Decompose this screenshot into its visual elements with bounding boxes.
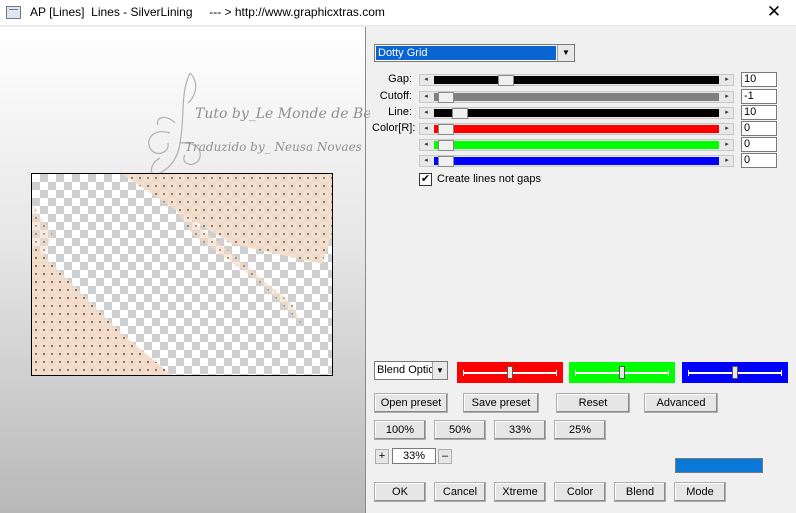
slider-thumb[interactable] bbox=[732, 366, 738, 379]
watermark-image: Tuto by_Le Monde de Bea Traduzido by_ Ne… bbox=[148, 72, 370, 179]
ok-button[interactable]: OK bbox=[374, 482, 426, 502]
arrow-left-icon[interactable]: ◂ bbox=[420, 156, 432, 166]
mode-button[interactable]: Mode bbox=[674, 482, 726, 502]
slider-track[interactable] bbox=[434, 124, 719, 135]
color-button[interactable]: Color bbox=[554, 482, 606, 502]
slider-thumb[interactable] bbox=[497, 75, 514, 86]
arrow-right-icon[interactable]: ▸ bbox=[721, 92, 733, 102]
slider-track[interactable] bbox=[434, 75, 719, 86]
arrow-left-icon[interactable]: ◂ bbox=[420, 75, 432, 85]
slider-tick bbox=[668, 370, 669, 376]
create-lines-label: Create lines not gaps bbox=[437, 173, 541, 185]
slider-thumb[interactable] bbox=[437, 140, 454, 151]
zoom-in-button[interactable]: + bbox=[375, 449, 389, 464]
slider-value-color-g[interactable]: 0 bbox=[741, 137, 777, 152]
effect-type-select[interactable]: Dotty Grid ▼ bbox=[374, 44, 575, 62]
title-bar: AP [Lines] Lines - SilverLining --- > ht… bbox=[0, 0, 796, 26]
reset-button[interactable]: Reset bbox=[556, 393, 630, 413]
slider-tick bbox=[688, 370, 689, 376]
slider-tick bbox=[781, 370, 782, 376]
advanced-button[interactable]: Advanced bbox=[644, 393, 718, 413]
slider-track[interactable] bbox=[434, 140, 719, 151]
arrow-left-icon[interactable]: ◂ bbox=[420, 124, 432, 134]
app-icon bbox=[6, 6, 21, 19]
slider-color-r[interactable]: ◂ ▸ bbox=[419, 123, 734, 135]
save-preset-button[interactable]: Save preset bbox=[463, 393, 539, 413]
zoom-100-button[interactable]: 100% bbox=[374, 420, 426, 440]
slider-track[interactable] bbox=[434, 108, 719, 119]
slider-value-gap[interactable]: 10 bbox=[741, 72, 777, 87]
arrow-right-icon[interactable]: ▸ bbox=[721, 124, 733, 134]
slider-thumb[interactable] bbox=[437, 124, 454, 135]
zoom-33-button[interactable]: 33% bbox=[494, 420, 546, 440]
arrow-right-icon[interactable]: ▸ bbox=[721, 75, 733, 85]
slider-thumb[interactable] bbox=[437, 92, 454, 103]
zoom-25-button[interactable]: 25% bbox=[554, 420, 606, 440]
slider-label-color-r: Color[R]: bbox=[372, 122, 416, 134]
slider-gap[interactable]: ◂ ▸ bbox=[419, 74, 734, 86]
cancel-button[interactable]: Cancel bbox=[434, 482, 486, 502]
blend-options-select[interactable]: Blend Options ▼ bbox=[374, 361, 448, 380]
zoom-out-button[interactable]: – bbox=[438, 449, 452, 464]
arrow-left-icon[interactable]: ◂ bbox=[420, 92, 432, 102]
slider-cutoff[interactable]: ◂ ▸ bbox=[419, 91, 734, 103]
slider-thumb[interactable] bbox=[451, 108, 468, 119]
slider-label-line: Line: bbox=[388, 106, 412, 118]
slider-tick bbox=[556, 370, 557, 376]
blend-button[interactable]: Blend bbox=[614, 482, 666, 502]
slider-line[interactable]: ◂ ▸ bbox=[419, 107, 734, 119]
slider-label-cutoff: Cutoff: bbox=[379, 90, 412, 102]
blend-options-value: Blend Options bbox=[377, 364, 433, 376]
chevron-down-icon[interactable]: ▼ bbox=[432, 362, 447, 379]
slider-color-b[interactable]: ◂ ▸ bbox=[419, 155, 734, 167]
chevron-down-icon[interactable]: ▼ bbox=[557, 45, 574, 61]
watermark-line-2: Traduzido by_ Neusa Novaes bbox=[185, 140, 362, 154]
zoom-level-field[interactable]: 33% bbox=[392, 448, 436, 464]
color-slider-green[interactable] bbox=[569, 362, 675, 383]
color-swatch[interactable] bbox=[675, 458, 763, 473]
slider-tick bbox=[463, 370, 464, 376]
arrow-right-icon[interactable]: ▸ bbox=[721, 108, 733, 118]
arrow-left-icon[interactable]: ◂ bbox=[420, 108, 432, 118]
create-lines-checkbox[interactable]: ✔ bbox=[419, 173, 432, 186]
arrow-right-icon[interactable]: ▸ bbox=[721, 140, 733, 150]
slider-track[interactable] bbox=[434, 92, 719, 103]
preview-pane: Tuto by_Le Monde de Bea Traduzido by_ Ne… bbox=[0, 27, 370, 513]
preview-image bbox=[31, 173, 333, 376]
slider-thumb[interactable] bbox=[437, 156, 454, 167]
open-preset-button[interactable]: Open preset bbox=[374, 393, 448, 413]
window-title: AP [Lines] Lines - SilverLining --- > ht… bbox=[30, 5, 385, 19]
color-slider-blue[interactable] bbox=[682, 362, 788, 383]
slider-tick bbox=[575, 370, 576, 376]
slider-label-gap: Gap: bbox=[388, 73, 412, 85]
color-slider-red[interactable] bbox=[457, 362, 563, 383]
watermark-line-1: Tuto by_Le Monde de Bea bbox=[195, 106, 370, 122]
slider-value-line[interactable]: 10 bbox=[741, 105, 777, 120]
xtreme-button[interactable]: Xtreme bbox=[494, 482, 546, 502]
slider-thumb[interactable] bbox=[619, 366, 625, 379]
slider-value-color-r[interactable]: 0 bbox=[741, 121, 777, 136]
close-button[interactable]: ✕ bbox=[752, 0, 796, 26]
arrow-right-icon[interactable]: ▸ bbox=[721, 156, 733, 166]
slider-value-color-b[interactable]: 0 bbox=[741, 153, 777, 168]
zoom-50-button[interactable]: 50% bbox=[434, 420, 486, 440]
effect-type-value: Dotty Grid bbox=[376, 46, 556, 60]
arrow-left-icon[interactable]: ◂ bbox=[420, 140, 432, 150]
slider-thumb[interactable] bbox=[507, 366, 513, 379]
slider-track[interactable] bbox=[434, 156, 719, 167]
slider-value-cutoff[interactable]: -1 bbox=[741, 89, 777, 104]
slider-color-g[interactable]: ◂ ▸ bbox=[419, 139, 734, 151]
